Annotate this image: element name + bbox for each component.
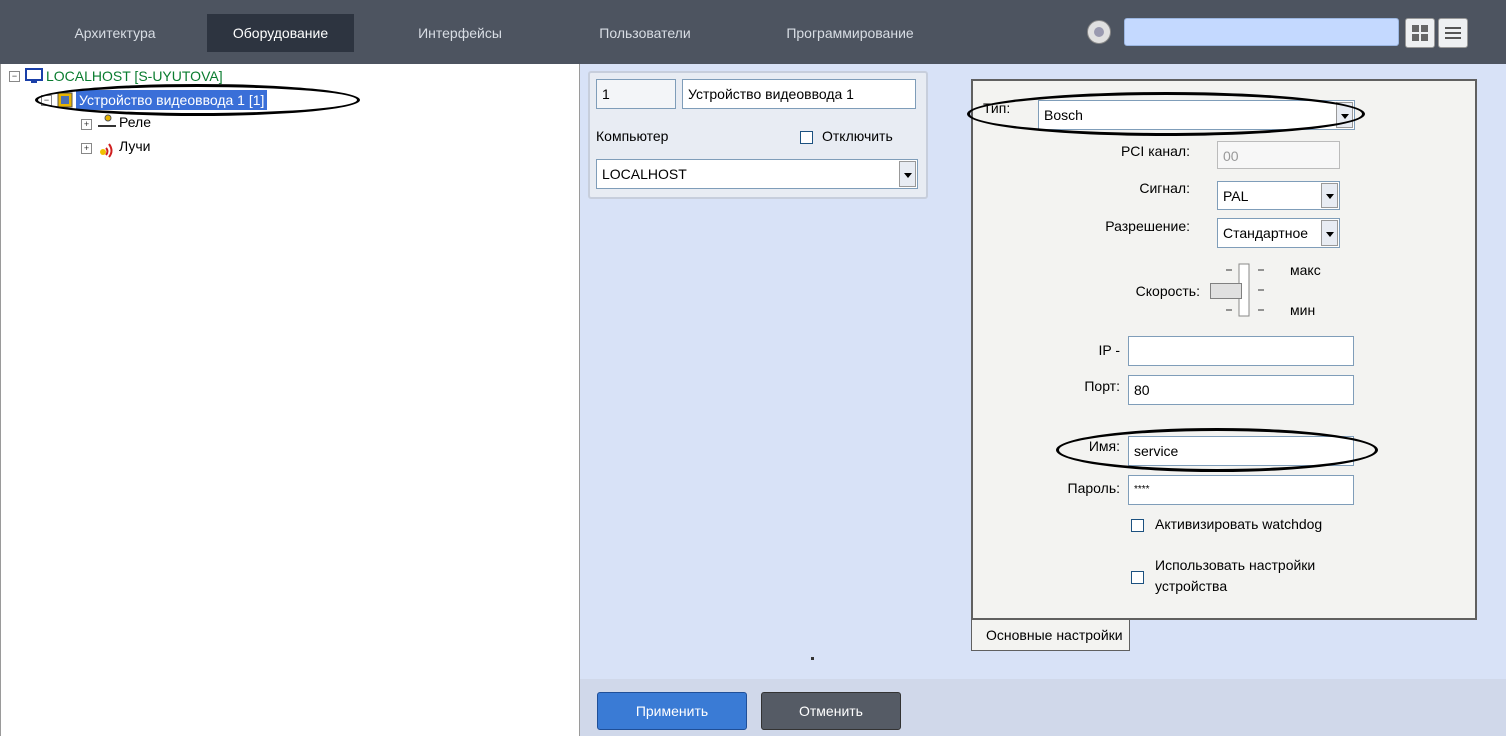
ray-icon xyxy=(100,143,113,158)
speed-slider-thumb[interactable] xyxy=(1210,283,1242,299)
panel-tab-strip: Основные настройки xyxy=(971,620,1477,653)
highlight-oval xyxy=(967,92,1365,136)
grid-icon xyxy=(1412,25,1428,41)
ip-field[interactable] xyxy=(1128,336,1354,366)
highlight-oval xyxy=(1056,428,1378,472)
use-device-settings-label-1: Использовать настройки xyxy=(1155,557,1316,573)
use-device-settings-label-2: устройства xyxy=(1155,578,1228,594)
highlight-oval xyxy=(35,84,360,116)
menu-icon xyxy=(1445,27,1461,39)
expander[interactable]: − xyxy=(9,71,20,82)
computer-select-value: LOCALHOST xyxy=(602,166,687,182)
expander[interactable]: + xyxy=(81,143,92,154)
watchdog-label: Активизировать watchdog xyxy=(1155,516,1323,532)
chevron-down-icon[interactable] xyxy=(899,161,916,187)
tree-item-rays[interactable]: Лучи xyxy=(119,136,150,156)
resolution-select-value: Стандартное xyxy=(1223,225,1309,241)
chevron-down-icon[interactable] xyxy=(1321,183,1338,208)
resolution-label: Разрешение: xyxy=(1105,218,1190,234)
pci-label: PCI канал: xyxy=(1120,143,1190,159)
gear-icon[interactable] xyxy=(1087,20,1111,44)
speed-label: Скорость: xyxy=(1135,283,1200,299)
disable-checkbox[interactable] xyxy=(800,131,813,144)
password-field[interactable]: **** xyxy=(1128,475,1354,505)
tab-programming[interactable]: Программирование xyxy=(765,14,935,52)
monitor-icon xyxy=(25,68,43,83)
disable-label: Отключить xyxy=(822,128,893,144)
tab-architecture[interactable]: Архитектура xyxy=(65,14,165,52)
relay-icon xyxy=(98,114,116,127)
grid-view-button[interactable] xyxy=(1405,18,1435,48)
menu-button[interactable] xyxy=(1438,18,1468,48)
tab-interfaces[interactable]: Интерфейсы xyxy=(400,14,520,52)
tree-item-relay[interactable]: Реле xyxy=(119,112,151,132)
speed-max-label: макс xyxy=(1290,262,1321,278)
speed-min-label: мин xyxy=(1290,302,1316,318)
chevron-down-icon[interactable] xyxy=(1321,220,1338,246)
signal-label: Сигнал: xyxy=(1139,180,1190,196)
expander[interactable]: + xyxy=(81,119,92,130)
object-tree: − LOCALHOST [S-UYUTOVA] − Устройство вид… xyxy=(0,64,580,736)
cancel-button[interactable]: Отменить xyxy=(761,692,901,730)
id-field[interactable]: 1 xyxy=(596,79,676,109)
tab-equipment[interactable]: Оборудование xyxy=(207,14,354,52)
pci-select: 00 xyxy=(1217,141,1340,169)
password-label: Пароль: xyxy=(1067,480,1120,496)
port-label: Порт: xyxy=(1084,378,1120,394)
tab-main-settings[interactable]: Основные настройки xyxy=(971,620,1130,651)
name-field[interactable]: Устройство видеоввода 1 xyxy=(682,79,916,109)
signal-select[interactable]: PAL xyxy=(1217,181,1340,210)
dot xyxy=(811,657,814,660)
port-field[interactable]: 80 xyxy=(1128,375,1354,405)
apply-button[interactable]: Применить xyxy=(597,692,747,730)
tab-users[interactable]: Пользователи xyxy=(580,14,710,52)
signal-select-value: PAL xyxy=(1223,188,1249,204)
computer-label: Компьютер xyxy=(596,128,669,144)
ip-label: IP - xyxy=(1098,342,1120,358)
use-device-settings-checkbox[interactable] xyxy=(1131,571,1144,584)
pci-select-value: 00 xyxy=(1223,148,1239,164)
watchdog-checkbox[interactable] xyxy=(1131,519,1144,532)
search-input[interactable] xyxy=(1124,18,1399,46)
resolution-select[interactable]: Стандартное xyxy=(1217,218,1340,248)
tree-item-localhost[interactable]: LOCALHOST [S-UYUTOVA] xyxy=(46,66,223,86)
computer-select[interactable]: LOCALHOST xyxy=(596,159,918,189)
